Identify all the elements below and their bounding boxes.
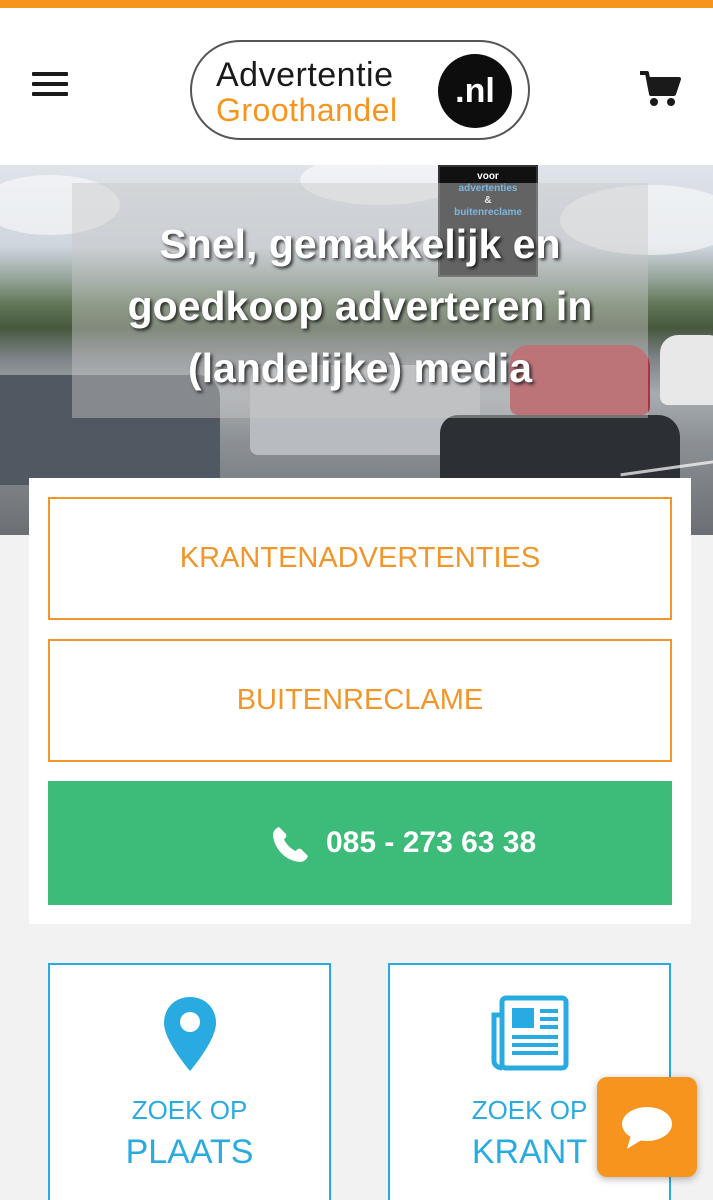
hero-title: Snel, gemakkelijk en goedkoop adverteren… — [127, 221, 593, 391]
krantenadvertenties-button[interactable]: KRANTENADVERTENTIES — [48, 497, 672, 620]
map-pin-icon — [163, 997, 216, 1071]
logo-text-advertentie: Advertentie — [216, 56, 394, 94]
site-header: Advertentie Groothandel .nl — [0, 8, 713, 165]
logo-badge-nl: .nl — [438, 54, 512, 128]
call-phone-button[interactable]: 085 - 273 63 38 — [48, 781, 672, 905]
phone-icon — [273, 827, 308, 862]
phone-number: 085 - 273 63 38 — [326, 826, 537, 859]
newspaper-icon — [491, 995, 568, 1071]
chat-bubble-icon — [622, 1107, 672, 1149]
site-logo[interactable]: Advertentie Groothandel .nl — [190, 40, 530, 140]
buitenreclame-button[interactable]: BUITENRECLAME — [48, 639, 672, 762]
top-accent-bar — [0, 0, 713, 8]
chat-button[interactable] — [597, 1077, 697, 1177]
logo-text-groothandel: Groothandel — [216, 92, 398, 128]
hamburger-menu-icon[interactable] — [32, 72, 68, 98]
tile-label-big: PLAATS — [125, 1133, 254, 1171]
billboard-text-line: voor — [477, 171, 499, 182]
tile-label-small: ZOEK OP — [131, 1095, 248, 1125]
shopping-cart-icon[interactable] — [638, 68, 682, 108]
zoek-op-plaats-tile[interactable]: ZOEK OP PLAATS — [48, 963, 331, 1200]
